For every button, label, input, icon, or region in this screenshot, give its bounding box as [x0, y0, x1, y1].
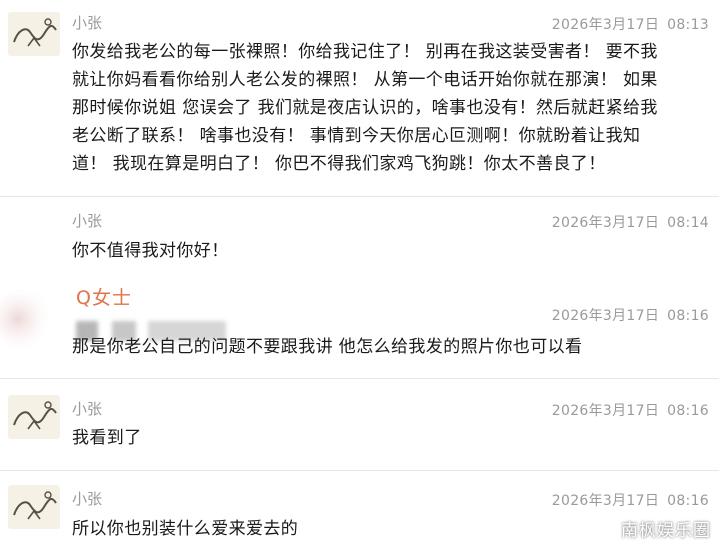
chat-message: 小张 2026年3月17日 08:14 你不值得我对你好！	[0, 197, 719, 275]
sender-name: 小张	[72, 400, 103, 418]
message-timestamp: 2026年3月17日 08:16	[552, 400, 709, 420]
sender-name: Q女士	[76, 287, 132, 309]
message-date: 2026年3月17日	[551, 215, 660, 231]
message-time: 08:13	[667, 17, 709, 33]
avatar[interactable]	[8, 395, 60, 439]
message-line: 你发给我老公的每一张裸照！你给我记住了！ 别再在我这装受害者！ 要不我	[72, 42, 658, 62]
message-text: 所以你也别装什么爱来爱去的	[72, 519, 299, 539]
chat-message: Q女士 2026年3月17日 08:16 那是你老公自己的问题不要跟我讲 他怎么给…	[0, 277, 719, 377]
sketch-avatar-icon	[13, 401, 57, 430]
chat-message: 小张 2026年3月17日 08:13 你发给我老公的每一张裸照！你给我记住了！ …	[0, 0, 719, 196]
message-date: 2026年3月17日	[551, 493, 660, 509]
sketch-avatar-icon	[13, 491, 57, 520]
message-line: 那时候你说姐 您误会了 我们就是夜店认识的，啥事也没有！然后就赶紧给我	[72, 98, 658, 118]
message-time: 08:16	[667, 308, 709, 324]
avatar[interactable]	[8, 12, 60, 56]
sender-name: 小张	[72, 490, 103, 508]
chat-message: 小张 2026年3月17日 08:16 我看到了	[0, 379, 719, 469]
message-date: 2026年3月17日	[551, 17, 660, 33]
message-date: 2026年3月17日	[551, 403, 660, 419]
chat-message: 小张 2026年3月17日 08:16 所以你也别装什么爱来爱去的	[0, 471, 719, 547]
message-timestamp: 2026年3月17日 08:16	[552, 490, 709, 510]
blurred-avatar-icon	[0, 289, 54, 349]
message-timestamp: 2026年3月17日 08:16	[552, 305, 709, 325]
avatar[interactable]	[8, 485, 60, 529]
message-text: 那是你老公自己的问题不要跟我讲 他怎么给我发的照片你也可以看	[72, 337, 583, 357]
avatar[interactable]	[0, 281, 68, 351]
message-date: 2026年3月17日	[551, 308, 660, 324]
message-text: 你发给我老公的每一张裸照！你给我记住了！ 别再在我这装受害者！ 要不我 就让你妈…	[72, 38, 713, 178]
message-text: 你不值得我对你好！	[72, 241, 229, 261]
message-line: 道！ 我现在算是明白了！ 你巴不得我们家鸡飞狗跳！你太不善良了！	[72, 154, 606, 174]
message-time: 08:14	[667, 215, 709, 231]
message-line: 老公断了联系！ 啥事也没有！ 事情到今天你居心叵测啊！你就盼着让我知	[72, 126, 641, 146]
message-line: 就让你妈看看你给别人老公发的裸照！ 从第一个电话开始你就在那演！ 如果	[72, 70, 658, 90]
message-timestamp: 2026年3月17日 08:14	[552, 212, 709, 232]
message-text: 我看到了	[72, 428, 142, 448]
message-time: 08:16	[667, 403, 709, 419]
sketch-avatar-icon	[13, 18, 57, 47]
message-time: 08:16	[667, 493, 709, 509]
watermark: 南枫娱乐圈	[621, 521, 711, 541]
sender-name: 小张	[72, 14, 103, 32]
message-timestamp: 2026年3月17日 08:13	[552, 14, 709, 34]
sender-name: 小张	[72, 212, 103, 230]
chat-history: 小张 2026年3月17日 08:13 你发给我老公的每一张裸照！你给我记住了！ …	[0, 0, 719, 547]
